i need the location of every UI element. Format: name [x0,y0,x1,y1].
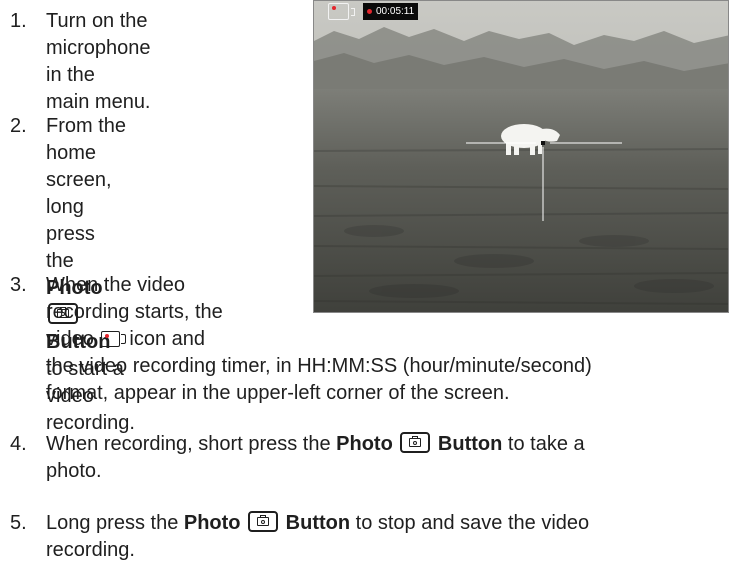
step-number: 3. [10,274,27,296]
button-label: Button [285,512,351,534]
step-text: When recording, short press the Photo Bu… [46,432,585,482]
button-label: Button [437,433,503,455]
photo-label: Photo [336,433,393,455]
photo-label: Photo [183,512,241,534]
thermal-scene [314,1,728,312]
video-camera-icon [328,2,358,21]
camera-button-icon [400,432,431,453]
recording-timer: 00:05:11 [363,3,419,20]
step-number: 4. [10,433,27,455]
camera-button-icon [248,511,279,532]
step-text: Turn on the microphone in the main menu. [46,10,151,113]
step-number: 5. [10,512,27,534]
step-text: Long press the Photo Button to stop and … [46,511,590,561]
video-camera-icon [101,330,127,348]
step-number: 1. [10,10,27,32]
thermal-viewfinder-image: 00:05:11 [313,0,729,313]
step-number: 2. [10,115,27,137]
